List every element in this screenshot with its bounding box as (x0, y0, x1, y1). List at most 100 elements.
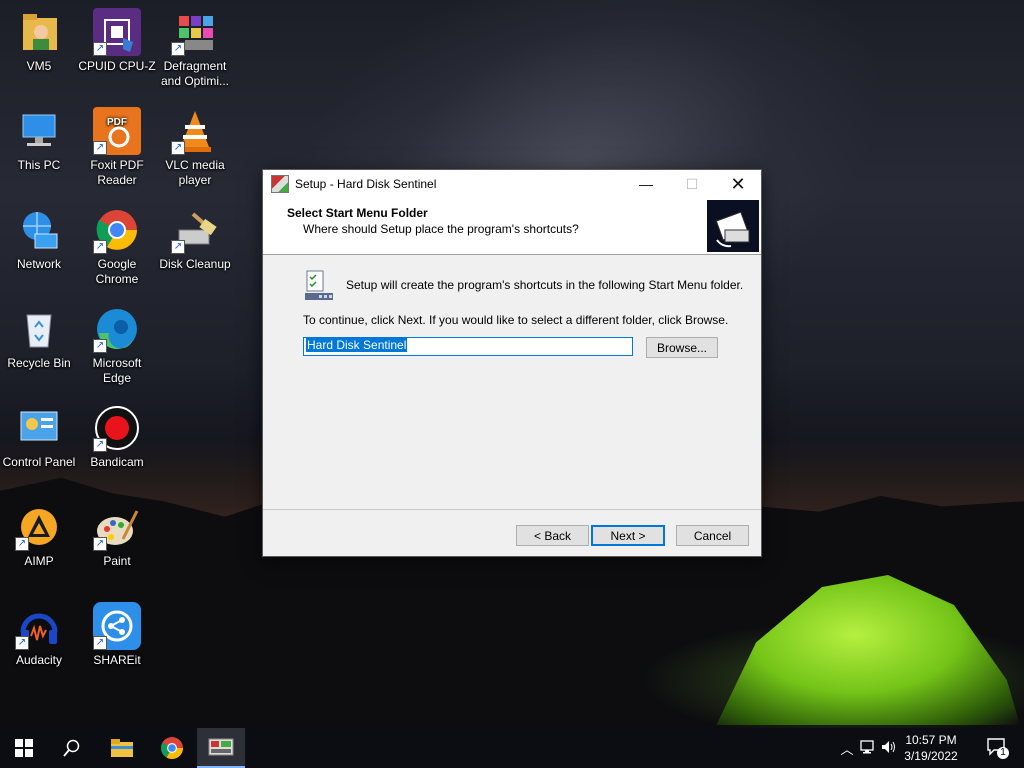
edge-icon: ↗ (93, 305, 141, 353)
desktop-icon-label: Network (16, 257, 61, 271)
desktop-icon-shareit[interactable]: ↗ SHAREit (78, 602, 156, 668)
desktop-icon-label: Recycle Bin (7, 356, 71, 370)
windows-logo-icon (15, 739, 33, 757)
shortcut-arrow-icon: ↗ (171, 240, 185, 254)
desktop-icon-label: Disk Cleanup (159, 257, 231, 271)
setup-dialog: Setup - Hard Disk Sentinel — ☐ ✕ Select … (262, 169, 762, 557)
dialog-titlebar[interactable]: Setup - Hard Disk Sentinel — ☐ ✕ (263, 170, 761, 198)
desktop-icon-label: Microsoft Edge (92, 356, 142, 385)
next-button[interactable]: Next > (591, 525, 665, 546)
search-icon (63, 739, 80, 757)
desktop-icon-label: Control Panel (2, 455, 76, 469)
hard-disk-sentinel-icon (208, 738, 234, 756)
wizard-footer: < Back Next > Cancel (263, 509, 761, 556)
maximize-button[interactable]: ☐ (669, 170, 715, 198)
shortcut-arrow-icon: ↗ (171, 141, 185, 155)
shortcut-arrow-icon: ↗ (93, 438, 107, 452)
action-center-button[interactable]: 1 (986, 736, 1010, 760)
desktop-icon-foxit[interactable]: PDF ↗ Foxit PDF Reader (78, 107, 156, 188)
wizard-page-title: Select Start Menu Folder (287, 206, 428, 220)
shortcut-arrow-icon: ↗ (93, 240, 107, 254)
browse-button[interactable]: Browse... (646, 337, 718, 358)
vlc-icon: ↗ (171, 107, 219, 155)
shortcut-arrow-icon: ↗ (15, 636, 29, 650)
cpu-z-icon: ↗ (93, 8, 141, 56)
this-pc-icon (15, 107, 63, 155)
start-button[interactable] (0, 728, 48, 768)
desktop-icon-control-panel[interactable]: Control Panel (0, 404, 78, 470)
audacity-icon: ↗ (15, 602, 63, 650)
shortcut-arrow-icon: ↗ (93, 141, 107, 155)
search-button[interactable] (48, 728, 96, 768)
back-button[interactable]: < Back (516, 525, 589, 546)
shortcut-info-text: Setup will create the program's shortcut… (346, 278, 744, 292)
desktop-icon-chrome[interactable]: ↗ Google Chrome (78, 206, 156, 287)
taskbar-hard-disk-sentinel-setup[interactable] (197, 728, 245, 768)
cancel-button[interactable]: Cancel (676, 525, 749, 546)
desktop-icon-edge[interactable]: ↗ Microsoft Edge (78, 305, 156, 386)
control-panel-icon (15, 404, 63, 452)
file-explorer-icon (111, 739, 133, 757)
notification-count-badge: 1 (1000, 747, 1006, 758)
shareit-icon: ↗ (93, 602, 141, 650)
shortcut-arrow-icon: ↗ (93, 339, 107, 353)
wizard-header: Select Start Menu Folder Where should Se… (263, 198, 761, 255)
bandicam-icon: ↗ (93, 404, 141, 452)
aimp-icon: ↗ (15, 503, 63, 551)
paint-icon: ↗ (93, 503, 141, 551)
desktop-icon-recycle-bin[interactable]: Recycle Bin (0, 305, 78, 371)
desktop-icon-audacity[interactable]: ↗ Audacity (0, 602, 78, 668)
disk-cleanup-icon: ↗ (171, 206, 219, 254)
network-status-icon[interactable] (856, 739, 878, 757)
wizard-page-subtitle: Where should Setup place the program's s… (303, 222, 579, 236)
desktop-icon-label: SHAREit (93, 653, 141, 667)
desktop-icon-label: VLC media player (165, 158, 225, 187)
hard-disk-setup-icon (707, 200, 759, 252)
desktop-icon-label: Bandicam (90, 455, 144, 469)
shortcut-arrow-icon: ↗ (93, 537, 107, 551)
desktop-icon-aimp[interactable]: ↗ AIMP (0, 503, 78, 569)
desktop-icon-network[interactable]: Network (0, 206, 78, 272)
clock-time: 10:57 PM (905, 733, 957, 747)
desktop-icon-disk-cleanup[interactable]: ↗ Disk Cleanup (156, 206, 234, 272)
show-hidden-icons-chevron-icon[interactable]: ︿ (838, 739, 856, 758)
chrome-icon: ↗ (93, 206, 141, 254)
taskbar: ︿ 10:57 PM 3/19/2022 1 (0, 728, 1024, 768)
taskbar-chrome[interactable] (148, 728, 196, 768)
desktop-icon-label: Google Chrome (95, 257, 139, 286)
desktop-icon-cpu-z[interactable]: ↗ CPUID CPU-Z (78, 8, 156, 74)
continue-instructions: To continue, click Next. If you would li… (303, 313, 729, 327)
system-tray: ︿ (838, 728, 900, 768)
minimize-button[interactable]: — (623, 170, 669, 198)
defragment-icon: ↗ (171, 8, 219, 56)
desktop-icon-label: Foxit PDF Reader (90, 158, 144, 187)
start-menu-folder-icon (303, 269, 335, 301)
hard-disk-sentinel-app-icon (271, 175, 289, 193)
clock-date: 3/19/2022 (904, 749, 958, 763)
desktop-icon-paint[interactable]: ↗ Paint (78, 503, 156, 569)
desktop-icon-label: VM5 (26, 59, 52, 73)
shortcut-arrow-icon: ↗ (93, 636, 107, 650)
close-button[interactable]: ✕ (715, 170, 761, 198)
desktop-icon-vlc[interactable]: ↗ VLC media player (156, 107, 234, 188)
shortcut-arrow-icon: ↗ (171, 42, 185, 56)
desktop-icon-label: Paint (103, 554, 131, 568)
wizard-body: Setup will create the program's shortcut… (263, 255, 761, 509)
desktop-icon-defragment[interactable]: ↗ Defragment and Optimi... (156, 8, 234, 89)
network-icon (15, 206, 63, 254)
desktop-icon-label: Audacity (15, 653, 63, 667)
desktop-icon-vm5[interactable]: VM5 (0, 8, 78, 74)
desktop-icon-label: Defragment and Optimi... (160, 59, 230, 88)
taskbar-file-explorer[interactable] (98, 728, 146, 768)
svg-text:PDF: PDF (107, 117, 127, 128)
taskbar-clock[interactable]: 10:57 PM 3/19/2022 (896, 732, 966, 764)
dialog-title: Setup - Hard Disk Sentinel (295, 177, 437, 191)
desktop-icon-bandicam[interactable]: ↗ Bandicam (78, 404, 156, 470)
desktop-icon-label: AIMP (24, 554, 54, 568)
start-menu-folder-input[interactable]: Hard Disk Sentinel (303, 337, 633, 356)
user-folder-icon (15, 8, 63, 56)
desktop-icon-this-pc[interactable]: This PC (0, 107, 78, 173)
recycle-bin-icon (15, 305, 63, 353)
shortcut-arrow-icon: ↗ (15, 537, 29, 551)
foxit-pdf-icon: PDF ↗ (93, 107, 141, 155)
